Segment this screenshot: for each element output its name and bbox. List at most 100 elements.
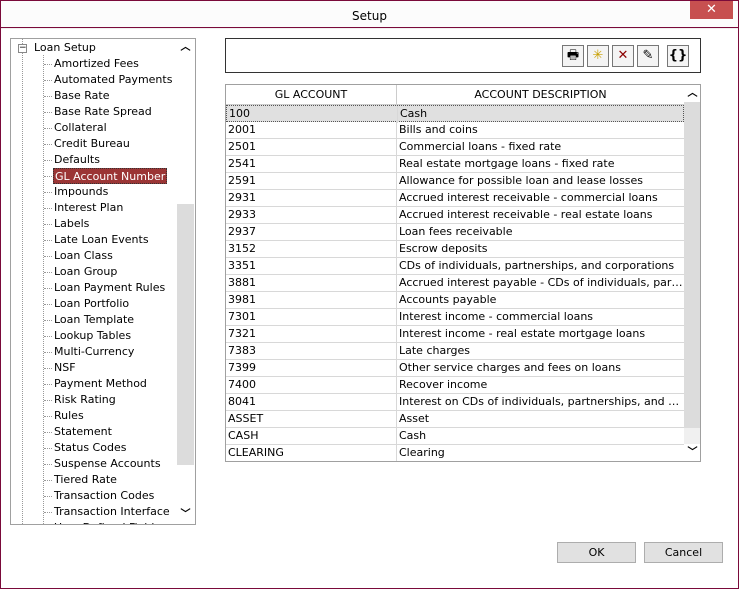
account-description-cell[interactable]: Clearing bbox=[397, 445, 685, 461]
tree-item[interactable]: Suspense Accounts bbox=[53, 456, 162, 472]
column-header-account-description[interactable]: ACCOUNT DESCRIPTION bbox=[397, 85, 685, 105]
gl-account-cell[interactable]: 7383 bbox=[226, 343, 397, 360]
tree-item[interactable]: Loan Group bbox=[53, 264, 118, 280]
table-row[interactable]: CASH Cash bbox=[226, 428, 685, 445]
account-description-cell[interactable]: Bills and coins bbox=[397, 122, 685, 139]
collapse-icon[interactable]: − bbox=[18, 44, 27, 53]
account-description-cell[interactable]: Allowance for possible loan and lease lo… bbox=[397, 173, 685, 190]
tree-item[interactable]: User Defined Fields bbox=[53, 520, 161, 524]
gl-account-cell[interactable]: 3152 bbox=[226, 241, 397, 258]
gl-account-cell[interactable]: 2001 bbox=[226, 122, 397, 139]
account-description-cell[interactable]: Real estate mortgage loans - fixed rate bbox=[397, 156, 685, 173]
table-row[interactable]: 3881 Accrued interest payable - CDs of in… bbox=[226, 275, 685, 292]
account-description-cell[interactable]: Interest income - real estate mortgage l… bbox=[397, 326, 685, 343]
tree-item[interactable]: Rules bbox=[53, 408, 85, 424]
tree-item[interactable]: NSF bbox=[53, 360, 77, 376]
braces-icon[interactable]: {} bbox=[667, 45, 689, 67]
tree-item[interactable]: Loan Portfolio bbox=[53, 296, 130, 312]
tree-item[interactable]: Collateral bbox=[53, 120, 108, 136]
scroll-up-icon[interactable]: ︿ bbox=[177, 39, 194, 56]
table-row[interactable]: 3351 CDs of individuals, partnerships, an… bbox=[226, 258, 685, 275]
account-description-cell[interactable]: Recover income bbox=[397, 377, 685, 394]
table-row[interactable]: 3981 Accounts payable bbox=[226, 292, 685, 309]
scroll-up-icon[interactable]: ︿ bbox=[684, 85, 700, 102]
account-description-cell[interactable]: Cash bbox=[397, 428, 685, 445]
scroll-down-icon[interactable]: ﹀ bbox=[177, 506, 194, 523]
gl-account-cell[interactable]: 100 bbox=[227, 106, 398, 123]
tree-item[interactable]: Loan Payment Rules bbox=[53, 280, 166, 296]
gl-account-cell[interactable]: 3981 bbox=[226, 292, 397, 309]
scroll-thumb[interactable] bbox=[684, 102, 700, 428]
gl-account-cell[interactable]: 2591 bbox=[226, 173, 397, 190]
table-row[interactable]: 2501 Commercial loans - fixed rate bbox=[226, 139, 685, 156]
table-row[interactable]: 2937 Loan fees receivable bbox=[226, 224, 685, 241]
gl-account-cell[interactable]: 2933 bbox=[226, 207, 397, 224]
account-description-cell[interactable]: Accrued interest payable - CDs of indivi… bbox=[397, 275, 685, 292]
tree-item[interactable]: Defaults bbox=[53, 152, 101, 168]
tree-item[interactable]: Base Rate bbox=[53, 88, 111, 104]
cancel-button[interactable]: Cancel bbox=[644, 542, 723, 563]
gl-account-cell[interactable]: 8041 bbox=[226, 394, 397, 411]
new-icon[interactable]: ✳ bbox=[587, 45, 609, 67]
table-row[interactable]: 7399 Other service charges and fees on lo… bbox=[226, 360, 685, 377]
account-description-cell[interactable]: Interest income - commercial loans bbox=[397, 309, 685, 326]
tree-scrollbar[interactable]: ︿ ﹀ bbox=[177, 39, 194, 524]
tree-item[interactable]: Base Rate Spread bbox=[53, 104, 153, 120]
column-header-gl-account[interactable]: GL ACCOUNT bbox=[226, 85, 397, 105]
account-description-cell[interactable]: Accounts payable bbox=[397, 292, 685, 309]
edit-icon[interactable]: ✎ bbox=[637, 45, 659, 67]
gl-account-cell[interactable]: CASH bbox=[226, 428, 397, 445]
tree-item[interactable]: Statement bbox=[53, 424, 113, 440]
account-description-cell[interactable]: Accrued interest receivable - real estat… bbox=[397, 207, 685, 224]
gl-account-cell[interactable]: 7301 bbox=[226, 309, 397, 326]
scroll-thumb[interactable] bbox=[177, 204, 194, 465]
account-description-cell[interactable]: Cash bbox=[398, 106, 686, 123]
scroll-down-icon[interactable]: ﹀ bbox=[684, 444, 700, 461]
account-description-cell[interactable]: Other service charges and fees on loans bbox=[397, 360, 685, 377]
gl-account-cell[interactable]: 2541 bbox=[226, 156, 397, 173]
gl-account-cell[interactable]: CLEARING bbox=[226, 445, 397, 461]
table-row[interactable]: 8041 Interest on CDs of individuals, part… bbox=[226, 394, 685, 411]
table-row[interactable]: ASSET Asset bbox=[226, 411, 685, 428]
tree-item[interactable]: Credit Bureau bbox=[53, 136, 131, 152]
gl-account-cell[interactable]: 7321 bbox=[226, 326, 397, 343]
gl-account-cell[interactable]: 2937 bbox=[226, 224, 397, 241]
tree-item[interactable]: Status Codes bbox=[53, 440, 127, 456]
tree-item[interactable]: Labels bbox=[53, 216, 90, 232]
tree-item[interactable]: Tiered Rate bbox=[53, 472, 118, 488]
table-row[interactable]: 100 Cash bbox=[226, 105, 686, 123]
account-description-cell[interactable]: Accrued interest receivable - commercial… bbox=[397, 190, 685, 207]
table-row[interactable]: 2541 Real estate mortgage loans - fixed r… bbox=[226, 156, 685, 173]
gl-account-cell[interactable]: 2501 bbox=[226, 139, 397, 156]
gl-account-cell[interactable]: 7400 bbox=[226, 377, 397, 394]
table-row[interactable]: 2931 Accrued interest receivable - commer… bbox=[226, 190, 685, 207]
table-row[interactable]: 7301 Interest income - commercial loans bbox=[226, 309, 685, 326]
account-description-cell[interactable]: Commercial loans - fixed rate bbox=[397, 139, 685, 156]
tree-item[interactable]: Late Loan Events bbox=[53, 232, 150, 248]
account-description-cell[interactable]: Loan fees receivable bbox=[397, 224, 685, 241]
gl-account-cell[interactable]: 7399 bbox=[226, 360, 397, 377]
grid-scrollbar[interactable]: ︿ ﹀ bbox=[684, 85, 700, 461]
account-description-cell[interactable]: Late charges bbox=[397, 343, 685, 360]
table-row[interactable]: 3152 Escrow deposits bbox=[226, 241, 685, 258]
tree-item[interactable]: Loan Template bbox=[53, 312, 135, 328]
table-row[interactable]: 2591 Allowance for possible loan and leas… bbox=[226, 173, 685, 190]
tree-item[interactable]: Impounds bbox=[53, 184, 109, 200]
tree-item[interactable]: Lookup Tables bbox=[53, 328, 132, 344]
account-description-cell[interactable]: Asset bbox=[397, 411, 685, 428]
table-row[interactable]: 2001 Bills and coins bbox=[226, 122, 685, 139]
gl-account-cell[interactable]: ASSET bbox=[226, 411, 397, 428]
close-icon[interactable]: ✕ bbox=[690, 1, 733, 19]
table-row[interactable]: 7321 Interest income - real estate mortga… bbox=[226, 326, 685, 343]
tree-item[interactable]: Risk Rating bbox=[53, 392, 117, 408]
table-row[interactable]: 2933 Accrued interest receivable - real e… bbox=[226, 207, 685, 224]
tree-item[interactable]: Amortized Fees bbox=[53, 56, 140, 72]
tree-item[interactable]: GL Account Number bbox=[53, 168, 168, 184]
print-icon[interactable]: 🖶 bbox=[562, 45, 584, 67]
gl-account-cell[interactable]: 3351 bbox=[226, 258, 397, 275]
table-row[interactable]: 7383 Late charges bbox=[226, 343, 685, 360]
account-description-cell[interactable]: Interest on CDs of individuals, partners… bbox=[397, 394, 685, 411]
gl-account-cell[interactable]: 3881 bbox=[226, 275, 397, 292]
tree-item[interactable]: Automated Payments bbox=[53, 72, 173, 88]
tree-item[interactable]: Loan Class bbox=[53, 248, 114, 264]
